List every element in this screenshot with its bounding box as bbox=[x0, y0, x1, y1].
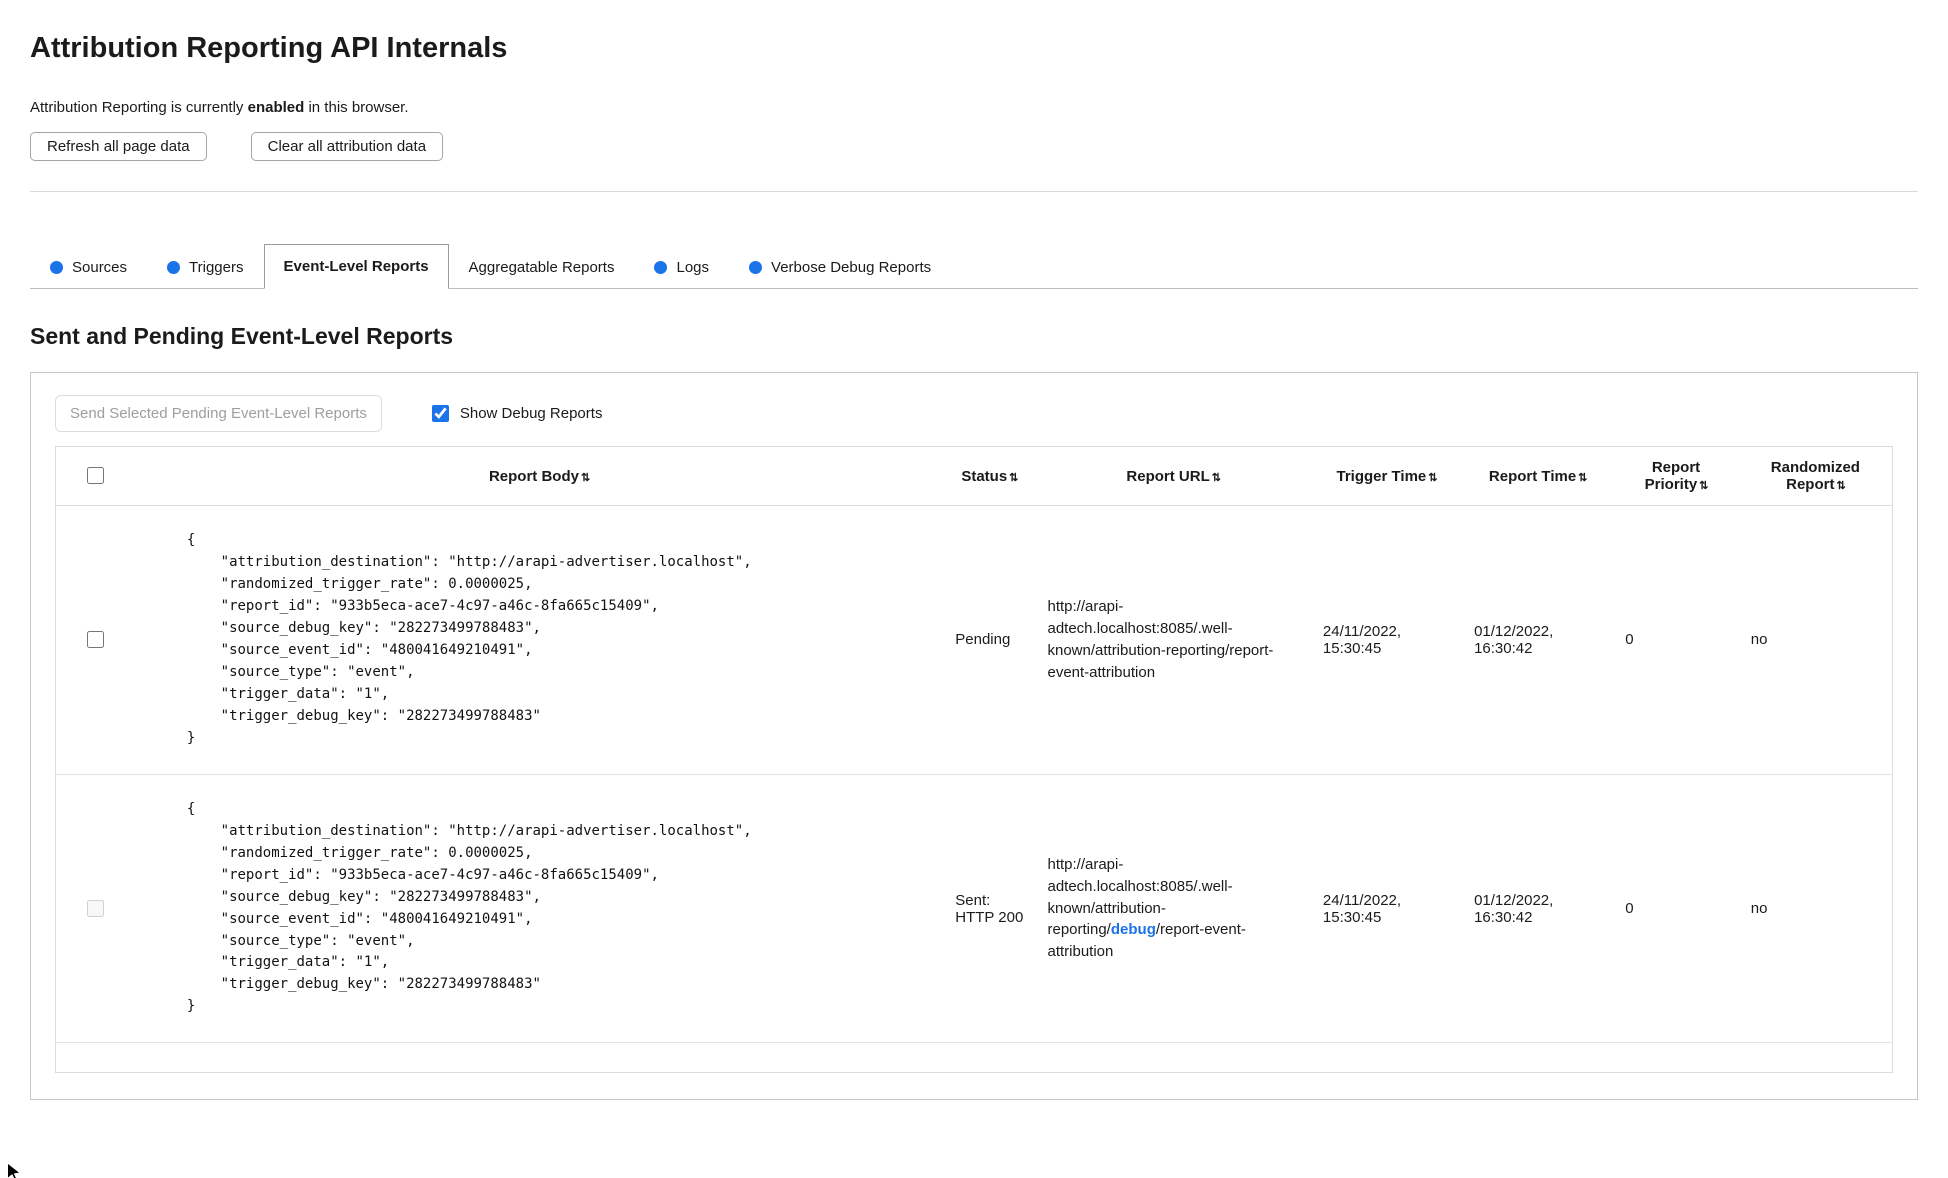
show-debug-reports-label: Show Debug Reports bbox=[459, 405, 603, 422]
tab-label: Triggers bbox=[189, 259, 244, 276]
sort-icon[interactable]: ⇅ bbox=[1009, 472, 1018, 484]
row-select-cell bbox=[56, 506, 135, 775]
tab-label: Sources bbox=[72, 259, 128, 276]
report-url-text: http://arapi-adtech.localhost:8085/.well… bbox=[1047, 598, 1233, 659]
tab-verbose-debug-reports[interactable]: Verbose Debug Reports bbox=[729, 245, 951, 289]
report-status: Sent: HTTP 200 bbox=[955, 891, 1024, 926]
header-report-time[interactable]: Report Time ⇅ bbox=[1462, 446, 1614, 506]
report-row-sent: { "attribution_destination": "http://ara… bbox=[55, 774, 1893, 1043]
header-randomized-report[interactable]: Randomized Report ⇅ bbox=[1738, 446, 1893, 506]
header-trigger-time[interactable]: Trigger Time ⇅ bbox=[1310, 446, 1463, 506]
row-checkbox[interactable] bbox=[87, 630, 105, 648]
report-body-cell: { "attribution_destination": "http://ara… bbox=[135, 774, 943, 1043]
header-report-priority[interactable]: Report Priority ⇅ bbox=[1613, 446, 1739, 506]
new-data-dot-icon bbox=[749, 261, 763, 274]
new-data-dot-icon bbox=[50, 261, 63, 274]
status-line: Attribution Reporting is currently enabl… bbox=[30, 99, 1918, 116]
debug-path-segment: debug bbox=[1110, 921, 1156, 939]
report-url: http://arapi-adtech.localhost:8085/.well… bbox=[1035, 774, 1310, 1043]
tab-triggers[interactable]: Triggers bbox=[147, 245, 263, 289]
send-selected-pending-reports-button[interactable]: Send Selected Pending Event-Level Report… bbox=[55, 395, 382, 432]
sort-icon[interactable]: ⇅ bbox=[1578, 472, 1587, 484]
table-footer bbox=[56, 1043, 1893, 1073]
header-report-body[interactable]: Report Body ⇅ bbox=[134, 446, 944, 506]
new-data-dot-icon bbox=[167, 261, 181, 274]
clear-all-attribution-data-button[interactable]: Clear all attribution data bbox=[250, 132, 444, 161]
report-body-json: { "attribution_destination": "http://ara… bbox=[186, 532, 752, 746]
sort-icon[interactable]: ⇅ bbox=[581, 472, 590, 484]
mouse-cursor-icon bbox=[8, 1164, 19, 1178]
sort-icon[interactable]: ⇅ bbox=[1699, 480, 1708, 492]
row-select-cell bbox=[56, 774, 135, 1043]
tab-logs[interactable]: Logs bbox=[634, 245, 729, 289]
report-row-pending: { "attribution_destination": "http://ara… bbox=[55, 506, 1893, 775]
sort-icon[interactable]: ⇅ bbox=[1212, 472, 1221, 484]
sort-icon[interactable]: ⇅ bbox=[1428, 472, 1437, 484]
tab-sources[interactable]: Sources bbox=[30, 245, 147, 289]
randomized-report: no bbox=[1750, 900, 1768, 918]
report-priority: 0 bbox=[1625, 900, 1634, 918]
divider bbox=[30, 191, 1918, 192]
trigger-time: 24/11/2022, 15:30:45 bbox=[1322, 622, 1402, 657]
tab-label: Event-Level Reports bbox=[283, 258, 429, 275]
attribution-internals-page: Attribution Reporting API Internals Attr… bbox=[0, 0, 1948, 1178]
select-all-checkbox[interactable] bbox=[87, 467, 105, 484]
tab-label: Verbose Debug Reports bbox=[771, 259, 932, 276]
header-report-url[interactable]: Report URL ⇅ bbox=[1035, 446, 1311, 506]
report-priority: 0 bbox=[1625, 631, 1634, 649]
header-status[interactable]: Status ⇅ bbox=[943, 446, 1036, 506]
report-url: http://arapi-adtech.localhost:8085/.well… bbox=[1035, 506, 1310, 775]
report-body-json: { "attribution_destination": "http://ara… bbox=[186, 800, 752, 1015]
section-heading: Sent and Pending Event-Level Reports bbox=[30, 323, 454, 349]
tab-label: Logs bbox=[676, 259, 710, 276]
show-debug-reports-checkbox[interactable] bbox=[431, 405, 449, 422]
table-header: Report Body ⇅ Status ⇅ Report URL ⇅ Trigger… bbox=[55, 446, 1893, 506]
tab-event-level-reports[interactable]: Event-Level Reports bbox=[263, 244, 449, 289]
report-time: 01/12/2022, 16:30:42 bbox=[1474, 622, 1554, 657]
page-title: Attribution Reporting API Internals bbox=[30, 32, 508, 64]
report-time: 01/12/2022, 16:30:42 bbox=[1474, 891, 1554, 926]
report-body-cell: { "attribution_destination": "http://ara… bbox=[135, 506, 943, 775]
randomized-report: no bbox=[1750, 631, 1768, 649]
tab-aggregatable-reports[interactable]: Aggregatable Reports bbox=[449, 245, 635, 289]
sort-icon[interactable]: ⇅ bbox=[1836, 480, 1845, 492]
show-debug-reports-toggle[interactable]: Show Debug Reports bbox=[428, 402, 603, 425]
status-enabled: enabled bbox=[247, 99, 305, 116]
panel-toolbar: Send Selected Pending Event-Level Report… bbox=[55, 395, 1893, 432]
status-prefix: Attribution Reporting is currently bbox=[30, 99, 248, 116]
tab-label: Aggregatable Reports bbox=[468, 259, 615, 276]
report-status: Pending bbox=[955, 631, 1011, 649]
trigger-time: 24/11/2022, 15:30:45 bbox=[1322, 891, 1402, 926]
status-suffix: in this browser. bbox=[304, 99, 409, 116]
new-data-dot-icon bbox=[654, 261, 668, 274]
reports-table: Report Body ⇅ Status ⇅ Report URL ⇅ Trigger… bbox=[55, 446, 1893, 1074]
event-level-reports-panel: Send Selected Pending Event-Level Report… bbox=[30, 372, 1918, 1101]
refresh-all-page-data-button[interactable]: Refresh all page data bbox=[30, 132, 207, 161]
tab-strip: Sources Triggers Event-Level Reports Agg… bbox=[30, 244, 1918, 289]
top-button-row: Refresh all page data Clear all attribut… bbox=[30, 132, 1918, 161]
select-all-header-cell bbox=[55, 446, 135, 506]
row-checkbox-disabled bbox=[87, 899, 105, 917]
